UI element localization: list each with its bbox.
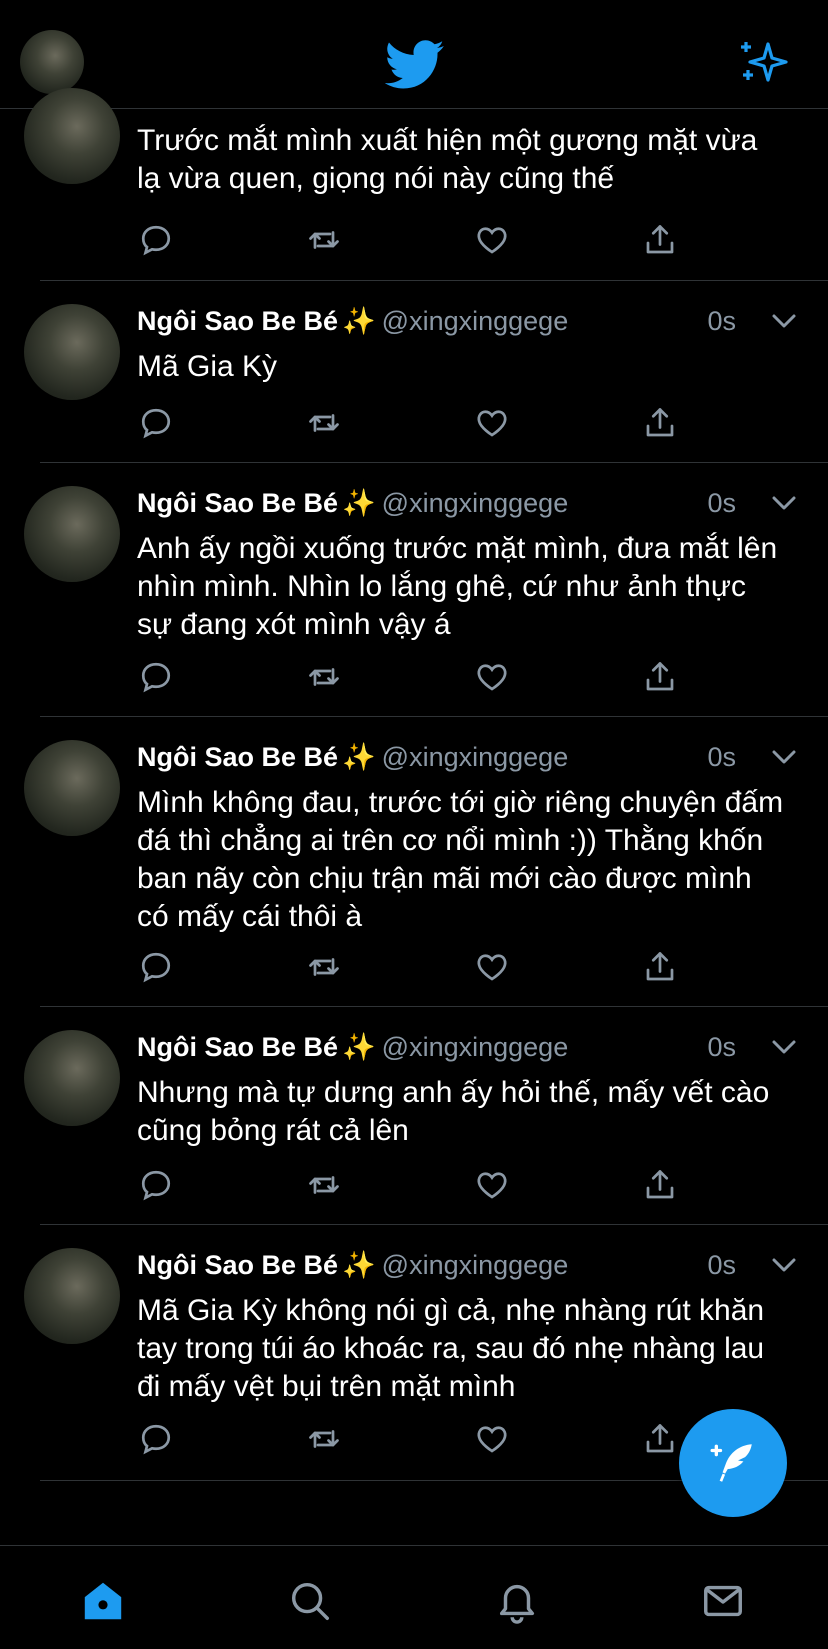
reply-icon[interactable] bbox=[138, 659, 178, 699]
tweet-text: Mình không đau, trước tới giờ riêng chuy… bbox=[137, 786, 784, 933]
tweet-header: Ngôi Sao Be Bé ✨ @xingxinggege 0s bbox=[137, 483, 798, 523]
tweet-header: Ngôi Sao Be Bé ✨ @xingxinggege 0s bbox=[137, 737, 798, 777]
share-icon[interactable] bbox=[642, 659, 682, 699]
tweet-item[interactable]: Ngôi Sao Be Bé ✨ @xingxinggege 0s Anh ấy n… bbox=[0, 463, 828, 717]
author-handle[interactable]: @xingxinggege bbox=[382, 488, 569, 518]
tweet-header: Ngôi Sao Be Bé ✨ @xingxinggege 0s bbox=[137, 1027, 798, 1067]
author-name[interactable]: Ngôi Sao Be Bé bbox=[137, 306, 338, 336]
like-icon[interactable] bbox=[474, 1421, 514, 1461]
tweet-avatar[interactable] bbox=[24, 740, 120, 836]
tweet-time: 0s bbox=[707, 488, 736, 518]
sparkles-emoji: ✨ bbox=[342, 742, 376, 772]
search-icon[interactable] bbox=[287, 1578, 335, 1626]
tweet-avatar[interactable] bbox=[24, 88, 120, 184]
chevron-down-icon[interactable] bbox=[770, 1037, 798, 1057]
tweet-actions bbox=[138, 405, 698, 445]
tweet-header: Ngôi Sao Be Bé ✨ @xingxinggege 0s bbox=[137, 1245, 798, 1285]
author-handle[interactable]: @xingxinggege bbox=[382, 1250, 569, 1280]
like-icon[interactable] bbox=[474, 405, 514, 445]
author-name[interactable]: Ngôi Sao Be Bé bbox=[137, 1250, 338, 1280]
bottom-tab-bar bbox=[0, 1545, 828, 1649]
author-name[interactable]: Ngôi Sao Be Bé bbox=[137, 1032, 338, 1062]
tweet-avatar[interactable] bbox=[24, 486, 120, 582]
like-icon[interactable] bbox=[474, 1167, 514, 1207]
retweet-icon[interactable] bbox=[306, 222, 346, 262]
tweet-time: 0s bbox=[707, 742, 736, 772]
reply-icon[interactable] bbox=[138, 1421, 178, 1461]
tweet-header: Ngôi Sao Be Bé ✨ @xingxinggege 0s bbox=[137, 301, 798, 341]
notifications-icon[interactable] bbox=[494, 1578, 542, 1626]
retweet-icon[interactable] bbox=[306, 1421, 346, 1461]
tweet-text: Trước mắt mình xuất hiện một gương mặt v… bbox=[137, 124, 758, 195]
retweet-icon[interactable] bbox=[306, 405, 346, 445]
retweet-icon[interactable] bbox=[306, 1167, 346, 1207]
chevron-down-icon[interactable] bbox=[770, 311, 798, 331]
chevron-down-icon[interactable] bbox=[770, 1255, 798, 1275]
tweet-actions bbox=[138, 949, 698, 989]
like-icon[interactable] bbox=[474, 659, 514, 699]
tweet-actions bbox=[138, 222, 698, 262]
compose-tweet-button[interactable] bbox=[679, 1409, 787, 1517]
tweet-text: Mã Gia Kỳ không nói gì cả, nhẹ nhàng rút… bbox=[137, 1294, 765, 1403]
sparkles-emoji: ✨ bbox=[342, 306, 376, 336]
author-name[interactable]: Ngôi Sao Be Bé bbox=[137, 488, 338, 518]
sparkle-icon[interactable] bbox=[738, 38, 790, 86]
tweet-text: Nhưng mà tự dưng anh ấy hỏi thế, mấy vết… bbox=[137, 1076, 770, 1147]
profile-avatar[interactable] bbox=[20, 30, 84, 94]
tweet-actions bbox=[138, 1167, 698, 1207]
tweet-actions bbox=[138, 1421, 698, 1461]
tweet-item[interactable]: Trước mắt mình xuất hiện một gương mặt v… bbox=[0, 88, 828, 281]
home-icon[interactable] bbox=[80, 1578, 128, 1626]
sparkles-emoji: ✨ bbox=[342, 488, 376, 518]
retweet-icon[interactable] bbox=[306, 659, 346, 699]
tweet-time: 0s bbox=[707, 306, 736, 336]
sparkles-emoji: ✨ bbox=[342, 1250, 376, 1280]
author-name[interactable]: Ngôi Sao Be Bé bbox=[137, 742, 338, 772]
share-icon[interactable] bbox=[642, 1421, 682, 1461]
share-icon[interactable] bbox=[642, 1167, 682, 1207]
tweet-item[interactable]: Ngôi Sao Be Bé ✨ @xingxinggege 0s Nhưng mà… bbox=[0, 1007, 828, 1225]
reply-icon[interactable] bbox=[138, 405, 178, 445]
share-icon[interactable] bbox=[642, 405, 682, 445]
reply-icon[interactable] bbox=[138, 1167, 178, 1207]
tweet-avatar[interactable] bbox=[24, 1248, 120, 1344]
twitter-bird-icon[interactable] bbox=[385, 40, 445, 90]
reply-icon[interactable] bbox=[138, 949, 178, 989]
author-handle[interactable]: @xingxinggege bbox=[382, 742, 569, 772]
compose-feather-icon bbox=[710, 1444, 752, 1482]
tweet-text: Mã Gia Kỳ bbox=[137, 350, 278, 383]
messages-icon[interactable] bbox=[700, 1578, 748, 1626]
tweet-item[interactable]: Ngôi Sao Be Bé ✨ @xingxinggege 0s Mình khô… bbox=[0, 717, 828, 1007]
tweet-avatar[interactable] bbox=[24, 304, 120, 400]
like-icon[interactable] bbox=[474, 222, 514, 262]
tweet-actions bbox=[138, 659, 698, 699]
share-icon[interactable] bbox=[642, 949, 682, 989]
chevron-down-icon[interactable] bbox=[770, 493, 798, 513]
author-handle[interactable]: @xingxinggege bbox=[382, 306, 569, 336]
share-icon[interactable] bbox=[642, 222, 682, 262]
top-header bbox=[0, 0, 828, 109]
author-handle[interactable]: @xingxinggege bbox=[382, 1032, 569, 1062]
tweet-avatar[interactable] bbox=[24, 1030, 120, 1126]
tweet-item[interactable]: Ngôi Sao Be Bé ✨ @xingxinggege 0s Mã Gia K… bbox=[0, 281, 828, 463]
sparkles-emoji: ✨ bbox=[342, 1032, 376, 1062]
retweet-icon[interactable] bbox=[306, 949, 346, 989]
timeline-feed: Trước mắt mình xuất hiện một gương mặt v… bbox=[0, 88, 828, 1481]
tweet-time: 0s bbox=[707, 1032, 736, 1062]
chevron-down-icon[interactable] bbox=[770, 747, 798, 767]
tweet-text: Anh ấy ngồi xuống trước mặt mình, đưa mắ… bbox=[137, 532, 778, 641]
tweet-time: 0s bbox=[707, 1250, 736, 1280]
reply-icon[interactable] bbox=[138, 222, 178, 262]
like-icon[interactable] bbox=[474, 949, 514, 989]
